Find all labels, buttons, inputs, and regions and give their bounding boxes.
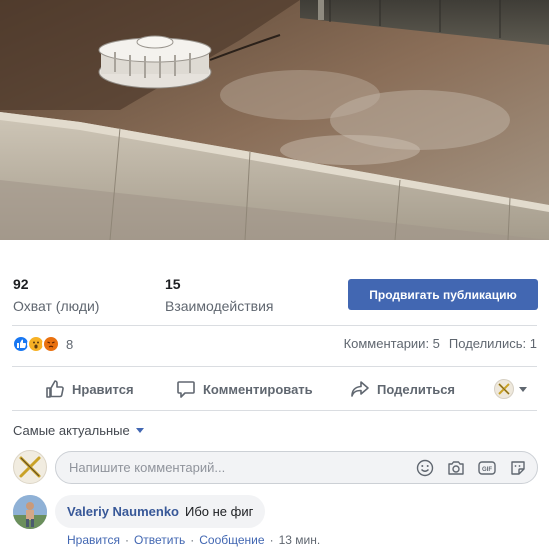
- like-label: Нравится: [72, 381, 134, 397]
- comment-text: Ибо не фиг: [185, 504, 254, 519]
- divider: [12, 366, 537, 367]
- engagement-counts: Комментарии: 5 Поделились: 1: [344, 336, 537, 351]
- comment-actions: Нравится · Ответить · Сообщение · 13 мин…: [67, 533, 320, 547]
- post-as-selector[interactable]: [494, 379, 527, 399]
- engagement-value: 15: [165, 276, 181, 292]
- chevron-down-icon: [519, 386, 527, 392]
- composer-avatar: [13, 450, 47, 484]
- like-button[interactable]: Нравится: [45, 374, 134, 404]
- comment-message-link[interactable]: Сообщение: [199, 533, 264, 547]
- shares-count-link[interactable]: Поделились: 1: [449, 336, 537, 351]
- reactions-summary[interactable]: 8: [12, 333, 73, 355]
- gif-icon[interactable]: GIF: [477, 458, 496, 477]
- comment-timestamp[interactable]: 13 мин.: [279, 533, 321, 547]
- divider: [12, 410, 537, 411]
- crossed-swords-icon: [498, 383, 510, 395]
- comment-reply-link[interactable]: Ответить: [134, 533, 185, 547]
- sticker-icon[interactable]: [508, 458, 527, 477]
- comments-count-link[interactable]: Комментарии: 5: [344, 336, 440, 351]
- reactions-count: 8: [66, 336, 74, 352]
- commenter-avatar[interactable]: [13, 495, 47, 529]
- comment-button[interactable]: Комментировать: [176, 374, 313, 404]
- comment-like-link[interactable]: Нравится: [67, 533, 120, 547]
- post-actions: Нравится Комментировать Поделиться: [0, 374, 549, 404]
- angry-icon: [42, 335, 60, 353]
- engagement-stat[interactable]: 15 Взаимодействия: [165, 276, 274, 315]
- comment-label: Комментировать: [203, 381, 313, 397]
- camera-icon[interactable]: [446, 458, 465, 477]
- separator-dot: ·: [190, 533, 195, 547]
- post-photo[interactable]: [0, 0, 549, 240]
- comment-bubble: Valeriy Naumenko Ибо не фиг: [55, 495, 266, 528]
- chevron-down-icon: [135, 428, 144, 433]
- share-label: Поделиться: [377, 381, 456, 397]
- thumbs-up-icon: [46, 380, 64, 398]
- composer-tools: GIF: [415, 458, 527, 477]
- crossed-swords-icon: [19, 456, 41, 478]
- page-avatar: [494, 379, 514, 399]
- reach-label: Охват (люди): [13, 298, 100, 314]
- engagement-label: Взаимодействия: [165, 298, 274, 314]
- comment-icon: [177, 381, 195, 398]
- divider: [12, 325, 537, 326]
- reach-stat[interactable]: 92 Охват (люди): [13, 276, 99, 315]
- emoji-icon[interactable]: [415, 458, 434, 477]
- reach-value: 92: [13, 276, 29, 292]
- share-icon: [351, 381, 369, 397]
- promote-post-button[interactable]: Продвигать публикацию: [348, 279, 538, 310]
- comment-composer: GIF: [55, 451, 538, 484]
- separator-dot: ·: [269, 533, 274, 547]
- separator-dot: ·: [124, 533, 129, 547]
- comment-author-link[interactable]: Valeriy Naumenko: [67, 504, 179, 519]
- svg-text:GIF: GIF: [482, 467, 492, 473]
- sort-label: Самые актуальные: [13, 423, 130, 438]
- comment-input[interactable]: [69, 452, 399, 483]
- comments-sort-dropdown[interactable]: Самые актуальные: [13, 423, 144, 438]
- share-button[interactable]: Поделиться: [350, 374, 455, 404]
